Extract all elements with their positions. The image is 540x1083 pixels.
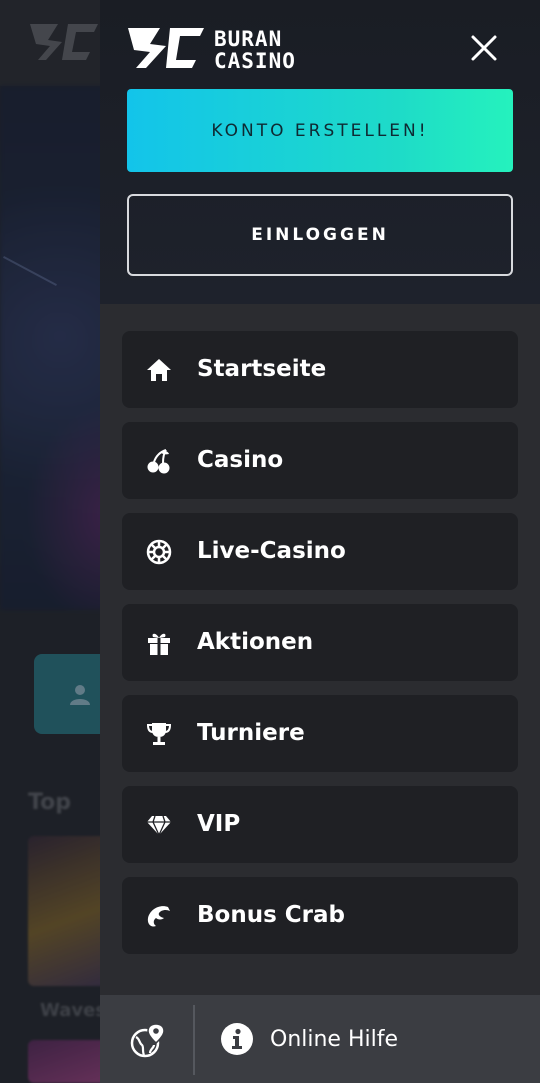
home-icon xyxy=(146,357,172,383)
menu-item-aktionen[interactable]: Aktionen xyxy=(122,604,518,681)
menu-item-startseite[interactable]: Startseite xyxy=(122,331,518,408)
info-icon xyxy=(221,1023,253,1055)
globe-pin-icon[interactable] xyxy=(130,1023,166,1059)
menu-item-casino[interactable]: Casino xyxy=(122,422,518,499)
diamond-icon xyxy=(146,812,172,838)
buran-casino-logo: BURAN CASINO xyxy=(128,27,296,70)
svg-text:BURAN: BURAN xyxy=(214,27,282,51)
trophy-icon xyxy=(146,721,172,747)
menu-item-vip[interactable]: VIP xyxy=(122,786,518,863)
drawer-footer: Online Hilfe xyxy=(100,995,540,1083)
cherries-icon xyxy=(146,448,172,474)
close-icon[interactable] xyxy=(466,30,502,66)
crab-claw-icon xyxy=(146,903,172,929)
menu-label: Live-Casino xyxy=(197,538,346,564)
footer-divider xyxy=(193,1005,195,1075)
register-button[interactable]: KONTO ERSTELLEN! xyxy=(127,89,513,172)
menu-label: Bonus Crab xyxy=(197,902,345,928)
menu-item-live-casino[interactable]: Live-Casino xyxy=(122,513,518,590)
svg-text:CASINO: CASINO xyxy=(214,49,296,70)
login-button[interactable]: EINLOGGEN xyxy=(127,194,513,276)
online-help-link[interactable]: Online Hilfe xyxy=(220,1021,420,1057)
menu-label: Aktionen xyxy=(197,629,314,655)
menu-label: Startseite xyxy=(197,356,327,382)
menu-label: VIP xyxy=(197,811,241,837)
drawer-header: BURAN CASINO KONTO ERSTELLEN! EINLOGGEN xyxy=(100,0,540,304)
gift-icon xyxy=(146,630,172,656)
menu-item-turniere[interactable]: Turniere xyxy=(122,695,518,772)
menu-item-bonus-crab[interactable]: Bonus Crab xyxy=(122,877,518,954)
online-help-label: Online Hilfe xyxy=(270,1026,399,1052)
menu-label: Casino xyxy=(197,447,284,473)
side-drawer: BURAN CASINO KONTO ERSTELLEN! EINLOGGEN … xyxy=(100,0,540,1083)
poker-chip-icon xyxy=(146,539,172,565)
menu-label: Turniere xyxy=(197,720,305,746)
